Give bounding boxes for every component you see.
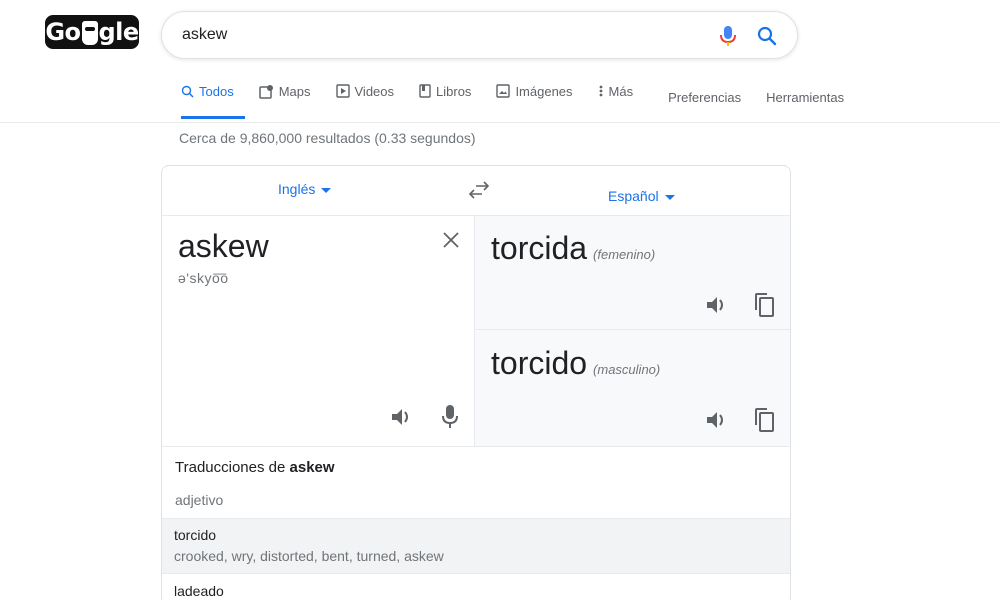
search-icon xyxy=(181,85,194,98)
active-tab-indicator xyxy=(181,116,245,119)
tab-label: Maps xyxy=(278,83,311,99)
tab-imagenes[interactable]: Imágenes xyxy=(496,80,573,102)
header-divider xyxy=(0,122,1000,123)
speaker-icon[interactable] xyxy=(705,294,729,316)
translation-card: Inglés Español askew ə'skyo͞o torcida (f… xyxy=(161,165,791,600)
phonetic-text: ə'skyo͞o xyxy=(178,270,229,286)
search-tabs: Todos Maps Videos Libros Imágenes Más Pr… xyxy=(181,80,844,122)
tab-label: Videos xyxy=(354,83,395,99)
entry-synonyms: crooked, wry, distorted, bent, turned, a… xyxy=(174,548,444,564)
search-box[interactable] xyxy=(161,11,798,59)
speaker-icon[interactable] xyxy=(705,409,729,431)
translation-text[interactable]: torcido (masculino) xyxy=(491,345,660,382)
swap-languages-icon[interactable] xyxy=(467,180,491,200)
result-stats: Cerca de 9,860,000 resultados (0.33 segu… xyxy=(179,130,476,146)
copy-icon[interactable] xyxy=(753,407,775,433)
mic-icon[interactable] xyxy=(440,404,460,430)
entry-word: torcido xyxy=(174,527,217,543)
tab-preferencias[interactable]: Preferencias xyxy=(668,86,741,108)
tab-label: Herramientas xyxy=(766,89,845,105)
part-of-speech: adjetivo xyxy=(175,492,224,508)
tab-label: Imágenes xyxy=(515,83,573,99)
gender-label: (femenino) xyxy=(593,247,656,262)
chevron-down-icon xyxy=(664,194,675,200)
target-language-select[interactable]: Español xyxy=(608,188,675,204)
tab-todos[interactable]: Todos xyxy=(181,80,245,119)
chevron-down-icon xyxy=(321,187,332,193)
tab-label: Libros xyxy=(436,83,472,99)
dictionary-title-prefix: Traducciones de xyxy=(175,459,286,476)
tab-herramientas[interactable]: Herramientas xyxy=(766,86,844,108)
book-icon xyxy=(419,84,431,98)
image-icon xyxy=(496,84,511,98)
search-input[interactable] xyxy=(182,26,702,44)
dictionary-title: Traducciones de askew xyxy=(175,459,335,476)
more-vert-icon xyxy=(599,85,602,97)
translation-item: torcido (masculino) xyxy=(475,331,790,445)
copy-icon[interactable] xyxy=(753,292,775,318)
tab-label: Todos xyxy=(199,83,234,99)
language-bar: Inglés Español xyxy=(162,166,790,216)
doodle-figure-icon xyxy=(81,21,98,45)
video-icon xyxy=(335,84,350,98)
translation-text[interactable]: torcida (femenino) xyxy=(491,230,655,267)
logo-text-right: gle xyxy=(98,18,140,46)
dictionary-entry[interactable]: ladeado xyxy=(162,575,790,600)
tab-libros[interactable]: Libros xyxy=(419,80,471,102)
speaker-icon[interactable] xyxy=(390,406,414,428)
translation-item: torcida (femenino) xyxy=(475,216,790,330)
dictionary-title-word: askew xyxy=(289,459,335,476)
source-pane[interactable]: askew ə'skyo͞o xyxy=(162,216,475,446)
mic-icon[interactable] xyxy=(717,24,739,48)
translation-word: torcida xyxy=(491,230,588,266)
target-language-label: Español xyxy=(608,188,659,204)
dictionary-section: Traducciones de askew adjetivo torcido c… xyxy=(162,446,790,600)
close-icon[interactable] xyxy=(442,231,460,249)
source-language-select[interactable]: Inglés xyxy=(278,181,332,197)
target-pane: torcida (femenino) torcido (masculino) xyxy=(475,216,790,446)
map-pin-icon xyxy=(258,84,273,99)
search-icon[interactable] xyxy=(755,24,779,48)
logo-text-left: Go xyxy=(45,18,81,46)
dictionary-entry[interactable]: torcido crooked, wry, distorted, bent, t… xyxy=(162,518,790,574)
translation-word: torcido xyxy=(491,345,588,381)
tab-mas[interactable]: Más xyxy=(598,80,634,102)
tab-label: Más xyxy=(608,83,634,99)
source-language-label: Inglés xyxy=(278,181,316,197)
tab-maps[interactable]: Maps xyxy=(258,80,311,102)
entry-word: ladeado xyxy=(174,583,224,599)
tab-label: Preferencias xyxy=(668,89,742,105)
google-logo[interactable]: Go gle xyxy=(45,15,139,49)
source-text[interactable]: askew xyxy=(178,228,269,265)
gender-label: (masculino) xyxy=(593,362,661,377)
tab-videos[interactable]: Videos xyxy=(335,80,395,102)
